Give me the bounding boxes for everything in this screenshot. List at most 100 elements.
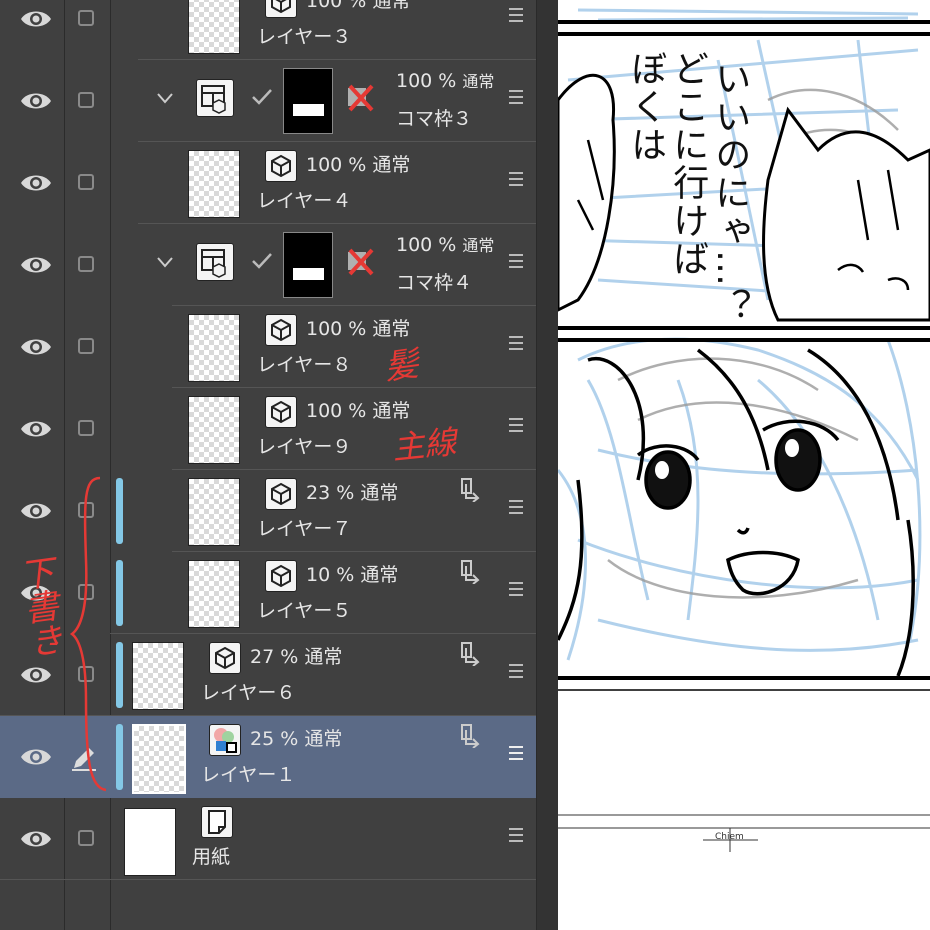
layer-row-paper[interactable]: 用紙: [0, 798, 536, 880]
eye-icon[interactable]: [19, 417, 53, 441]
layer-row-layer3[interactable]: 100 % 通常 レイヤー３: [0, 0, 536, 60]
manga-canvas[interactable]: いいのにゃ…？ どこに行けば ぼくは Chiem: [558, 0, 930, 930]
drag-handle-icon[interactable]: [509, 90, 523, 104]
drag-handle-icon[interactable]: [509, 172, 523, 186]
drag-handle-icon[interactable]: [509, 254, 523, 268]
layer-blend: 通常: [304, 646, 343, 668]
chevron-down-icon[interactable]: [155, 252, 175, 272]
drag-handle-icon[interactable]: [509, 336, 523, 350]
lock-checkbox[interactable]: [78, 10, 94, 26]
layer-blend: 通常: [462, 236, 495, 255]
layer-blend: 通常: [462, 72, 495, 91]
drag-handle-icon[interactable]: [509, 418, 523, 432]
layer-row-layer1-selected[interactable]: 25 % 通常 レイヤー１: [0, 716, 536, 798]
drag-handle-icon[interactable]: [509, 8, 523, 22]
ruler-disabled-icon[interactable]: [344, 246, 376, 278]
drag-handle-icon[interactable]: [509, 500, 523, 514]
layer-row-layer7[interactable]: 23 % 通常 レイヤー７: [0, 470, 536, 552]
layer-name: レイヤー６: [201, 682, 296, 704]
color-layer-icon: [209, 724, 241, 756]
frame-folder-icon: [196, 79, 234, 117]
eye-icon[interactable]: [19, 7, 53, 31]
paper-layer-icon: [201, 806, 233, 838]
lock-checkbox[interactable]: [78, 830, 94, 846]
eye-icon[interactable]: [19, 335, 53, 359]
drag-handle-icon[interactable]: [509, 582, 523, 596]
speech-col-2: どこに行けば: [667, 50, 709, 278]
layer-row-layer4[interactable]: 100 % 通常 レイヤー４: [0, 142, 536, 224]
raster-layer-icon: [265, 478, 297, 510]
layer-opacity-blend: 100 % 通常: [306, 396, 410, 423]
lock-checkbox[interactable]: [78, 584, 94, 600]
drag-handle-icon[interactable]: [509, 664, 523, 678]
raster-layer-icon: [209, 642, 241, 674]
layer-opacity: 23 %: [306, 482, 355, 504]
eye-icon[interactable]: [19, 253, 53, 277]
eye-icon[interactable]: [19, 171, 53, 195]
eye-icon[interactable]: [19, 745, 53, 769]
clip-to-lower-icon[interactable]: [458, 476, 484, 502]
layer-name: コマ枠４: [396, 272, 473, 294]
layer-opacity: 100 %: [306, 400, 367, 422]
clip-to-lower-icon[interactable]: [458, 640, 484, 666]
chevron-down-icon[interactable]: [155, 88, 175, 108]
layer-row-layer8[interactable]: 100 % 通常 レイヤー８: [0, 306, 536, 388]
layer-thumbnail: [188, 150, 240, 218]
lock-checkbox[interactable]: [78, 92, 94, 108]
raster-layer-icon: [265, 314, 297, 346]
layer-opacity-blend: 100 % 通常: [306, 0, 410, 13]
layer-blend: 通常: [360, 482, 399, 504]
layer-row-layer5[interactable]: 10 % 通常 レイヤー５: [0, 552, 536, 634]
layer-name: レイヤー４: [257, 190, 352, 212]
layer-opacity: 100 %: [396, 70, 457, 92]
eye-icon[interactable]: [19, 499, 53, 523]
layer-blend: 通常: [304, 728, 343, 750]
layer-blend: 通常: [360, 564, 399, 586]
paper-thumbnail: [124, 808, 176, 876]
layer-thumbnail: [188, 478, 240, 546]
eye-icon[interactable]: [19, 89, 53, 113]
clip-to-lower-icon[interactable]: [458, 722, 484, 748]
raster-layer-icon: [265, 560, 297, 592]
eye-icon[interactable]: [19, 663, 53, 687]
lock-checkbox[interactable]: [78, 256, 94, 272]
drag-handle-icon[interactable]: [509, 828, 523, 842]
clip-to-lower-icon[interactable]: [458, 558, 484, 584]
clipping-indicator: [116, 642, 123, 708]
lock-checkbox[interactable]: [78, 174, 94, 190]
layer-row-layer6[interactable]: 27 % 通常 レイヤー６: [0, 634, 536, 716]
lock-checkbox[interactable]: [78, 338, 94, 354]
layer-row-frame3[interactable]: 100 % 通常 コマ枠３: [0, 60, 536, 142]
frame-folder-icon: [196, 243, 234, 281]
layer-thumbnail: [188, 396, 240, 464]
speech-col-1: ぼくは: [625, 50, 667, 164]
mask-enabled-check-icon[interactable]: [250, 85, 274, 109]
drag-handle-icon[interactable]: [509, 746, 523, 760]
mask-enabled-check-icon[interactable]: [250, 249, 274, 273]
layer-thumbnail: [188, 0, 240, 54]
lock-checkbox[interactable]: [78, 420, 94, 436]
raster-layer-icon: [265, 0, 297, 18]
layer-panel: 100 % 通常 レイヤー３ 100 % 通常 コマ枠３ 100 % 通常 レイ…: [0, 0, 558, 930]
layer-opacity-blend: 100 % 通常: [306, 314, 410, 341]
ruler-disabled-icon[interactable]: [344, 82, 376, 114]
lock-checkbox[interactable]: [78, 502, 94, 518]
layer-opacity: 25 %: [250, 728, 299, 750]
layer-thumbnail: [188, 314, 240, 382]
raster-layer-icon: [265, 396, 297, 428]
layer-row-frame4[interactable]: 100 % 通常 コマ枠４: [0, 224, 536, 306]
layer-blend: 通常: [372, 0, 411, 12]
layer-opacity: 100 %: [306, 318, 367, 340]
clipping-indicator: [116, 478, 123, 544]
clipping-indicator: [116, 560, 123, 626]
annotation-main-line: 主線: [390, 422, 459, 468]
layer-opacity: 100 %: [306, 0, 367, 12]
annotation-hair: 髪: [381, 343, 422, 389]
panel-scrollbar[interactable]: [536, 0, 559, 930]
layer-opacity-blend: 100 % 通常: [306, 150, 410, 177]
layer-name: コマ枠３: [396, 108, 473, 130]
eye-icon[interactable]: [19, 827, 53, 851]
layer-blend: 通常: [372, 400, 411, 422]
layer-name: レイヤー９: [257, 436, 352, 458]
lock-checkbox[interactable]: [78, 666, 94, 682]
